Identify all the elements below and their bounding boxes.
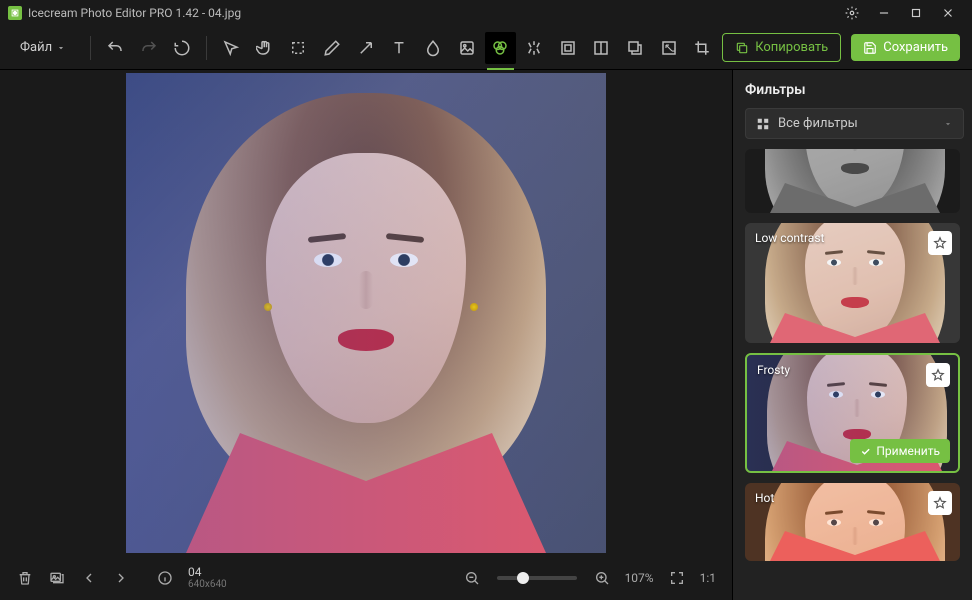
redo-button[interactable] [133,32,165,64]
filters-panel-title: Фильтры [745,82,964,98]
actual-size-button[interactable]: 1:1 [694,567,722,589]
zoom-percent: 107% [625,571,654,585]
info-icon[interactable] [150,563,180,593]
reset-button[interactable] [166,32,198,64]
delete-button[interactable] [10,563,40,593]
save-button-label: Сохранить [883,40,948,55]
hand-tool[interactable] [249,32,281,64]
layers-tool[interactable] [619,32,651,64]
window-title: Icecream Photo Editor PRO 1.42 - 04.jpg [28,6,836,20]
next-image-button[interactable] [106,563,136,593]
prev-image-button[interactable] [74,563,104,593]
zoom-slider[interactable] [497,576,577,580]
cursor-tool[interactable] [215,32,247,64]
brush-tool[interactable] [316,32,348,64]
filter-category-label: Все фильтры [778,116,935,131]
maximize-button[interactable] [900,3,932,23]
zoom-out-button[interactable] [457,563,487,593]
favorite-button[interactable] [926,363,950,387]
filter-category-select[interactable]: Все фильтры [745,108,964,139]
crop-tool[interactable] [687,32,719,64]
apply-filter-button[interactable]: Применить [850,439,950,463]
text-tool[interactable] [383,32,415,64]
save-button[interactable]: Сохранить [851,34,960,61]
toolbar: Файл [0,26,972,70]
favorite-button[interactable] [928,231,952,255]
favorite-button[interactable] [928,491,952,515]
frame-tool[interactable] [552,32,584,64]
filter-list[interactable]: Low contrast Frosty Применить [745,149,964,600]
titlebar: Icecream Photo Editor PRO 1.42 - 04.jpg [0,0,972,26]
selection-tool[interactable] [282,32,314,64]
image-tool[interactable] [451,32,483,64]
close-button[interactable] [932,3,964,23]
filter-card-frosty[interactable]: Frosty Применить [745,353,960,473]
zoom-in-button[interactable] [587,563,617,593]
gallery-button[interactable] [42,563,72,593]
resize-tool[interactable] [653,32,685,64]
undo-button[interactable] [99,32,131,64]
dimensions-label: 640x640 [188,579,227,591]
copy-button[interactable]: Копировать [722,33,841,62]
filters-tool[interactable] [485,32,517,64]
blur-tool[interactable] [417,32,449,64]
split-tool[interactable] [586,32,618,64]
apply-label: Применить [876,444,940,458]
filename-label: 04 [188,565,227,579]
filter-name: Frosty [757,363,790,377]
separator [206,36,207,60]
settings-button[interactable] [836,3,868,23]
file-menu-label: Файл [20,40,52,55]
statusbar: 04 640x640 107% 1:1 [0,556,732,600]
edited-photo [126,73,606,553]
filter-name: Hot [755,491,774,505]
filters-panel: Фильтры Все фильтры Low contrast [732,70,972,600]
filter-card-hot[interactable]: Hot [745,483,960,561]
arrow-tool[interactable] [350,32,382,64]
app-logo [8,6,22,20]
fullscreen-button[interactable] [662,563,692,593]
filter-name: Low contrast [755,231,824,245]
filter-card-blackwhite[interactable] [745,149,960,213]
effects-tool[interactable] [518,32,550,64]
minimize-button[interactable] [868,3,900,23]
copy-button-label: Копировать [755,40,828,55]
file-menu[interactable]: Файл [12,36,74,59]
separator [90,36,91,60]
canvas-view[interactable] [0,70,732,556]
filter-card-lowcontrast[interactable]: Low contrast [745,223,960,343]
